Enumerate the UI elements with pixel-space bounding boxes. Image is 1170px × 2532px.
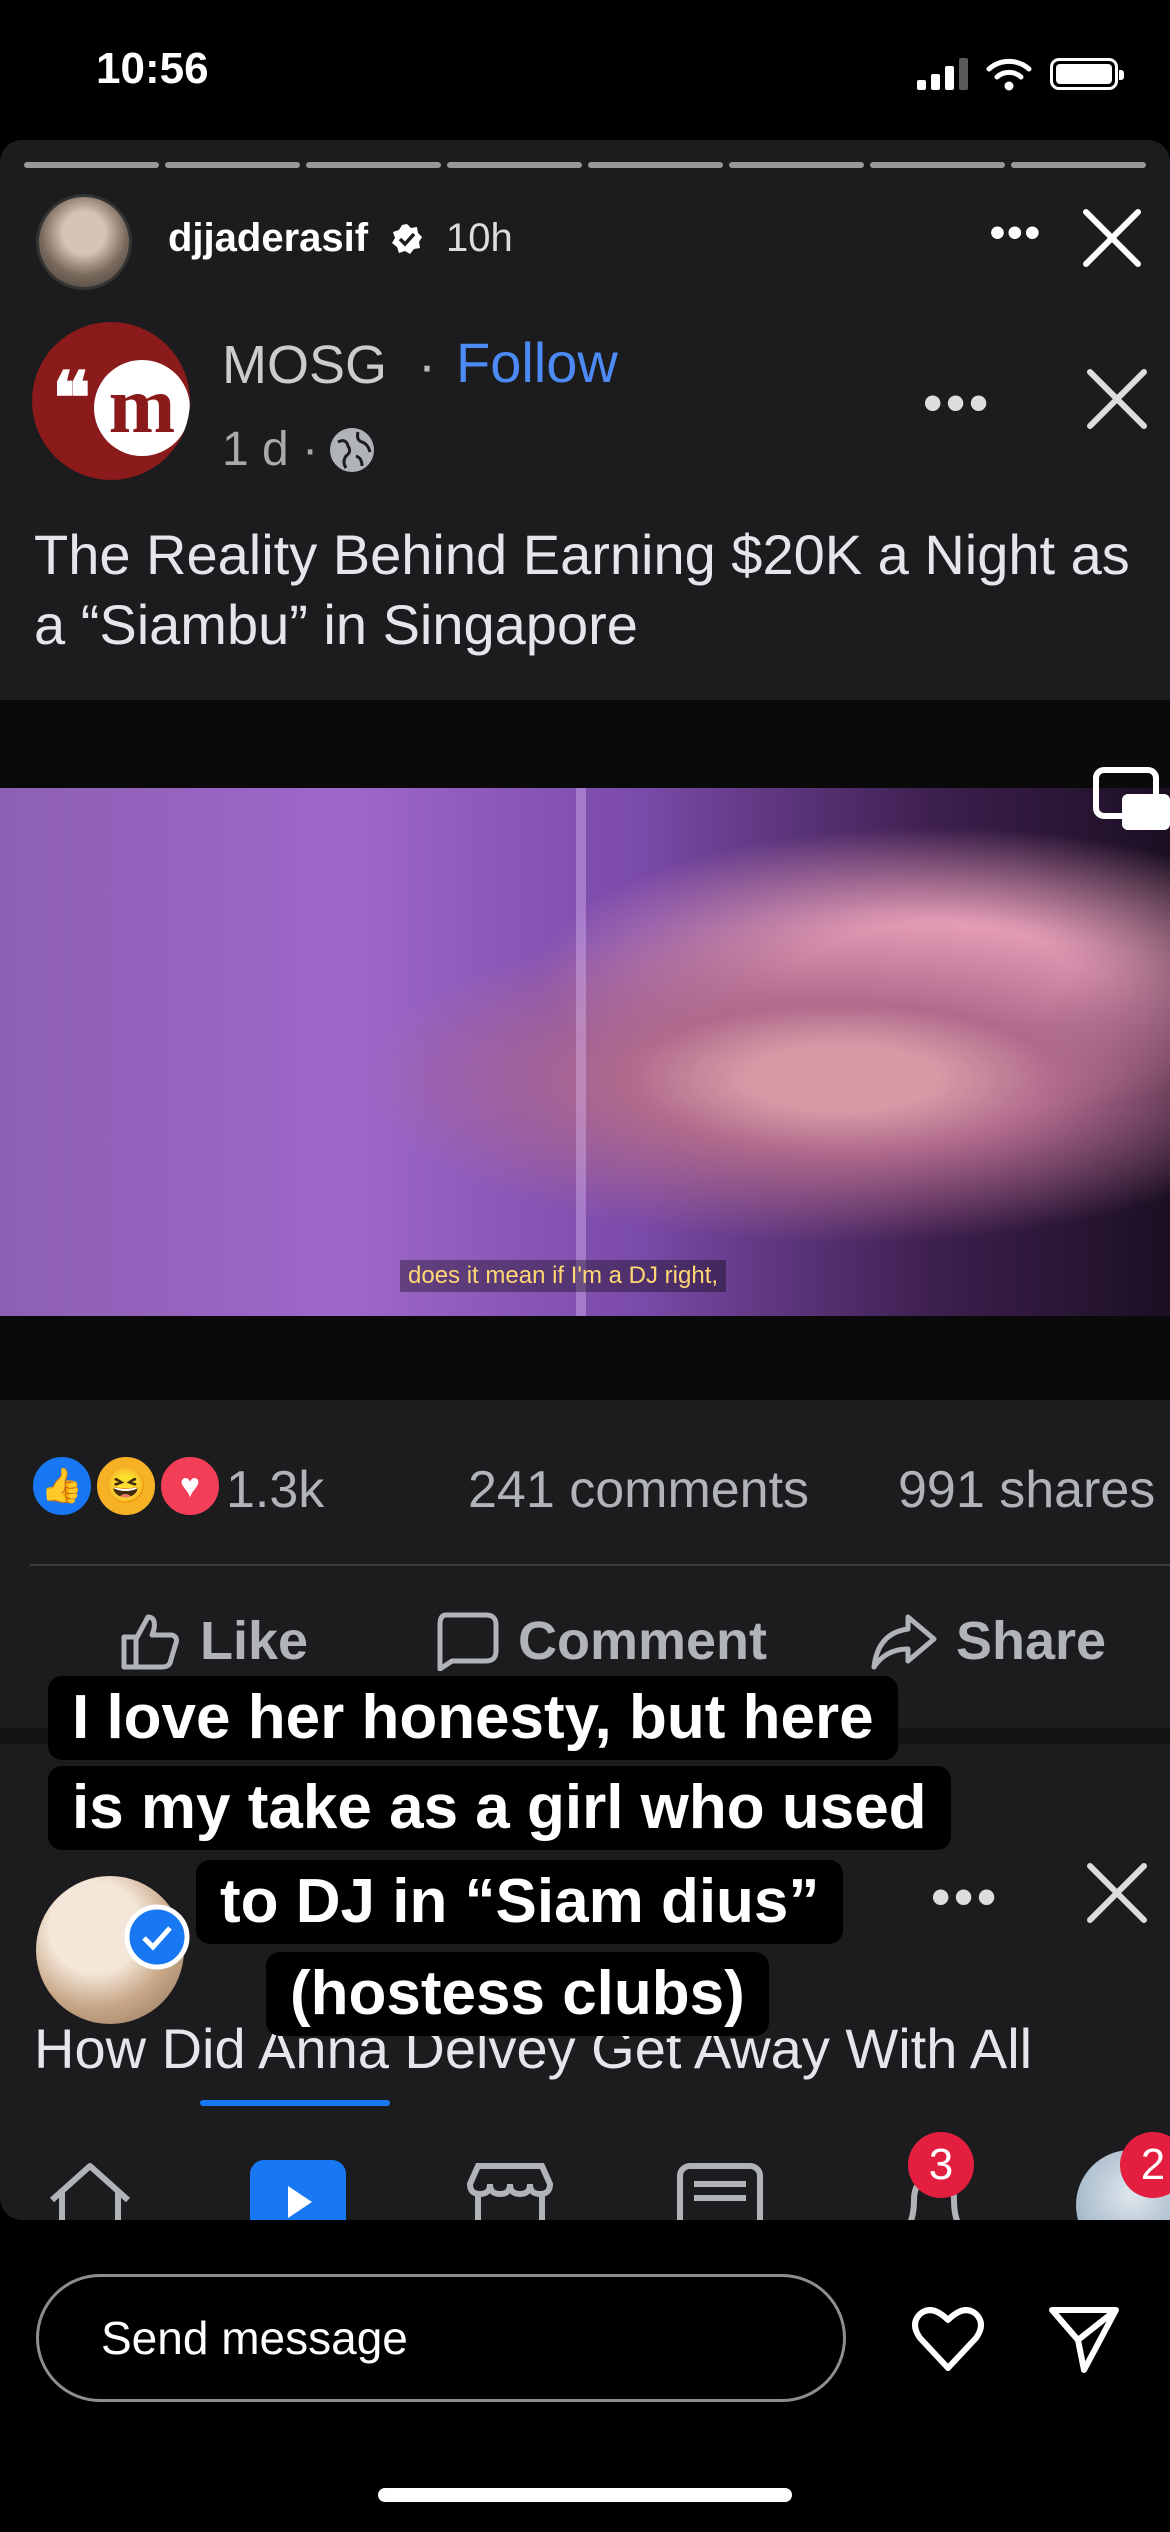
share-icon	[871, 1614, 937, 1670]
story-progress	[24, 162, 1146, 168]
overlay-text-line: to DJ in “Siam dius”	[196, 1860, 844, 1944]
story-more-icon[interactable]: •••	[990, 208, 1042, 258]
haha-reaction-icon: 😆	[94, 1454, 158, 1518]
post-meta: 1 d ·	[222, 422, 376, 477]
comment-label: Comment	[518, 1611, 768, 1671]
post-time: 1 d ·	[222, 423, 319, 476]
notifications-badge: 3	[908, 2132, 974, 2198]
wifi-icon	[986, 58, 1032, 91]
post-more-icon[interactable]: •••	[923, 372, 992, 434]
overlay-text-line: is my take as a girl who used	[48, 1766, 951, 1850]
marketplace-icon[interactable]	[462, 2160, 558, 2220]
story-time: 10h	[446, 216, 513, 260]
video-tab-icon[interactable]	[250, 2160, 346, 2220]
next-post-more-icon[interactable]: •••	[931, 1866, 1000, 1928]
hide-post-icon[interactable]	[1080, 362, 1154, 436]
fb-tab-bar	[0, 2120, 1170, 2220]
share-button[interactable]: Share	[868, 1610, 1106, 1672]
send-icon[interactable]	[1046, 2300, 1122, 2376]
news-icon[interactable]	[672, 2160, 768, 2220]
like-button[interactable]: Like	[118, 1610, 308, 1672]
reactions-row: 👍 😆 ♥ 1.3k 241 comments 991 shares	[30, 1454, 1170, 1524]
send-message-field[interactable]: Send message	[36, 2274, 846, 2402]
share-label: Share	[956, 1611, 1107, 1671]
comments-count[interactable]: 241 comments	[468, 1460, 809, 1520]
page-name[interactable]: MOSG	[222, 334, 387, 396]
story-username[interactable]: djjaderasif	[168, 216, 368, 261]
story-avatar[interactable]	[36, 194, 132, 290]
separator-dot: ·	[418, 335, 436, 395]
home-indicator	[378, 2488, 792, 2502]
story-header: djjaderasif 10h •••	[36, 194, 1146, 290]
heart-icon[interactable]	[910, 2300, 986, 2376]
like-reaction-icon: 👍	[30, 1454, 94, 1518]
globe-icon	[330, 427, 375, 472]
follow-button[interactable]: Follow	[456, 330, 618, 395]
verified-badge-icon	[124, 1904, 190, 1970]
page-avatar[interactable]: ❝ m	[32, 322, 190, 480]
verified-icon	[392, 224, 422, 254]
overlay-text-line: (hostess clubs)	[266, 1952, 769, 2036]
close-icon[interactable]	[1078, 204, 1146, 272]
video-pillar	[576, 788, 586, 1316]
home-icon[interactable]	[42, 2160, 138, 2220]
link-underline	[200, 2100, 390, 2106]
battery-icon	[1050, 58, 1124, 90]
reactions-count[interactable]: 1.3k	[226, 1460, 324, 1520]
comment-button[interactable]: Comment	[432, 1610, 767, 1672]
like-label: Like	[200, 1611, 309, 1671]
video-caption: does it mean if I'm a DJ right,	[400, 1260, 727, 1292]
picture-in-picture-icon[interactable]	[1092, 764, 1170, 842]
status-icons	[917, 56, 1124, 92]
hide-next-post-icon[interactable]	[1080, 1856, 1154, 1930]
shares-count[interactable]: 991 shares	[898, 1460, 1155, 1520]
comment-icon	[437, 1612, 499, 1671]
overlay-text-line: I love her honesty, but here	[48, 1676, 898, 1760]
divider	[30, 1564, 1170, 1566]
status-time: 10:56	[96, 44, 209, 93]
love-reaction-icon: ♥	[158, 1454, 222, 1518]
thumbs-up-icon	[121, 1614, 179, 1670]
post-title: The Reality Behind Earning $20K a Night …	[34, 523, 1130, 656]
signal-icon	[917, 58, 968, 90]
